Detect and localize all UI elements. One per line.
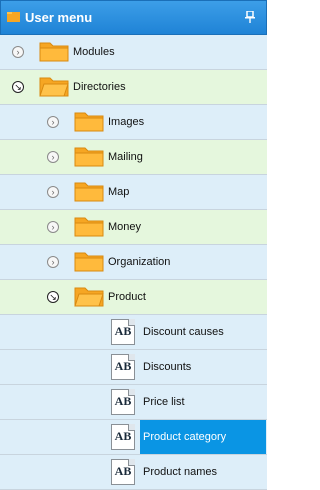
tree-item-images[interactable]: › Images xyxy=(0,105,267,140)
tree-item-label: Product names xyxy=(143,466,217,478)
ab-document-icon: AB xyxy=(111,424,135,450)
tree-item-label: Discount causes xyxy=(143,326,224,338)
menu-tree: › Modules ↘ Directories › Images › Maili… xyxy=(0,35,267,490)
tree-item-directories[interactable]: ↘ Directories xyxy=(0,70,267,105)
folder-icon xyxy=(74,182,104,202)
collapse-icon[interactable]: ↘ xyxy=(47,291,59,303)
folder-open-icon xyxy=(39,77,69,97)
tree-item-label: Product xyxy=(108,291,146,303)
tree-item-label: Organization xyxy=(108,256,171,268)
tree-item-product-category[interactable]: AB Product category xyxy=(0,420,267,455)
tree-item-label: Price list xyxy=(143,396,185,408)
ab-document-icon: AB xyxy=(111,389,135,415)
ab-document-icon: AB xyxy=(111,459,135,485)
expand-icon[interactable]: › xyxy=(47,186,59,198)
tree-item-discount-causes[interactable]: AB Discount causes xyxy=(0,315,267,350)
tree-item-mailing[interactable]: › Mailing xyxy=(0,140,267,175)
expand-icon[interactable]: › xyxy=(47,151,59,163)
panel-title: User menu xyxy=(25,10,93,25)
folder-icon xyxy=(74,112,104,132)
ab-document-icon: AB xyxy=(111,354,135,380)
folder-icon xyxy=(7,12,20,22)
folder-icon xyxy=(39,42,69,62)
tree-item-label: Product category xyxy=(143,431,227,443)
tree-item-modules[interactable]: › Modules xyxy=(0,35,267,70)
panel-header: User menu xyxy=(0,0,267,35)
folder-icon xyxy=(74,217,104,237)
ab-document-icon: AB xyxy=(111,319,135,345)
folder-icon xyxy=(74,147,104,167)
tree-item-price-list[interactable]: AB Price list xyxy=(0,385,267,420)
tree-item-label: Money xyxy=(108,221,142,233)
tree-item-label: Modules xyxy=(73,46,115,58)
folder-open-icon xyxy=(74,287,104,307)
tree-item-label: Directories xyxy=(73,81,126,93)
expand-icon[interactable]: › xyxy=(47,221,59,233)
expand-icon[interactable]: › xyxy=(47,116,59,128)
tree-item-product-names[interactable]: AB Product names xyxy=(0,455,267,490)
pin-icon[interactable] xyxy=(245,11,255,23)
tree-item-map[interactable]: › Map xyxy=(0,175,267,210)
tree-item-label: Images xyxy=(108,116,145,128)
expand-icon[interactable]: › xyxy=(12,46,24,58)
tree-item-organization[interactable]: › Organization xyxy=(0,245,267,280)
expand-icon[interactable]: › xyxy=(47,256,59,268)
tree-item-product[interactable]: ↘ Product xyxy=(0,280,267,315)
tree-item-label: Mailing xyxy=(108,151,143,163)
folder-icon xyxy=(74,252,104,272)
tree-item-label: Map xyxy=(108,186,130,198)
collapse-icon[interactable]: ↘ xyxy=(12,81,24,93)
tree-item-discounts[interactable]: AB Discounts xyxy=(0,350,267,385)
tree-item-label: Discounts xyxy=(143,361,192,373)
tree-item-money[interactable]: › Money xyxy=(0,210,267,245)
